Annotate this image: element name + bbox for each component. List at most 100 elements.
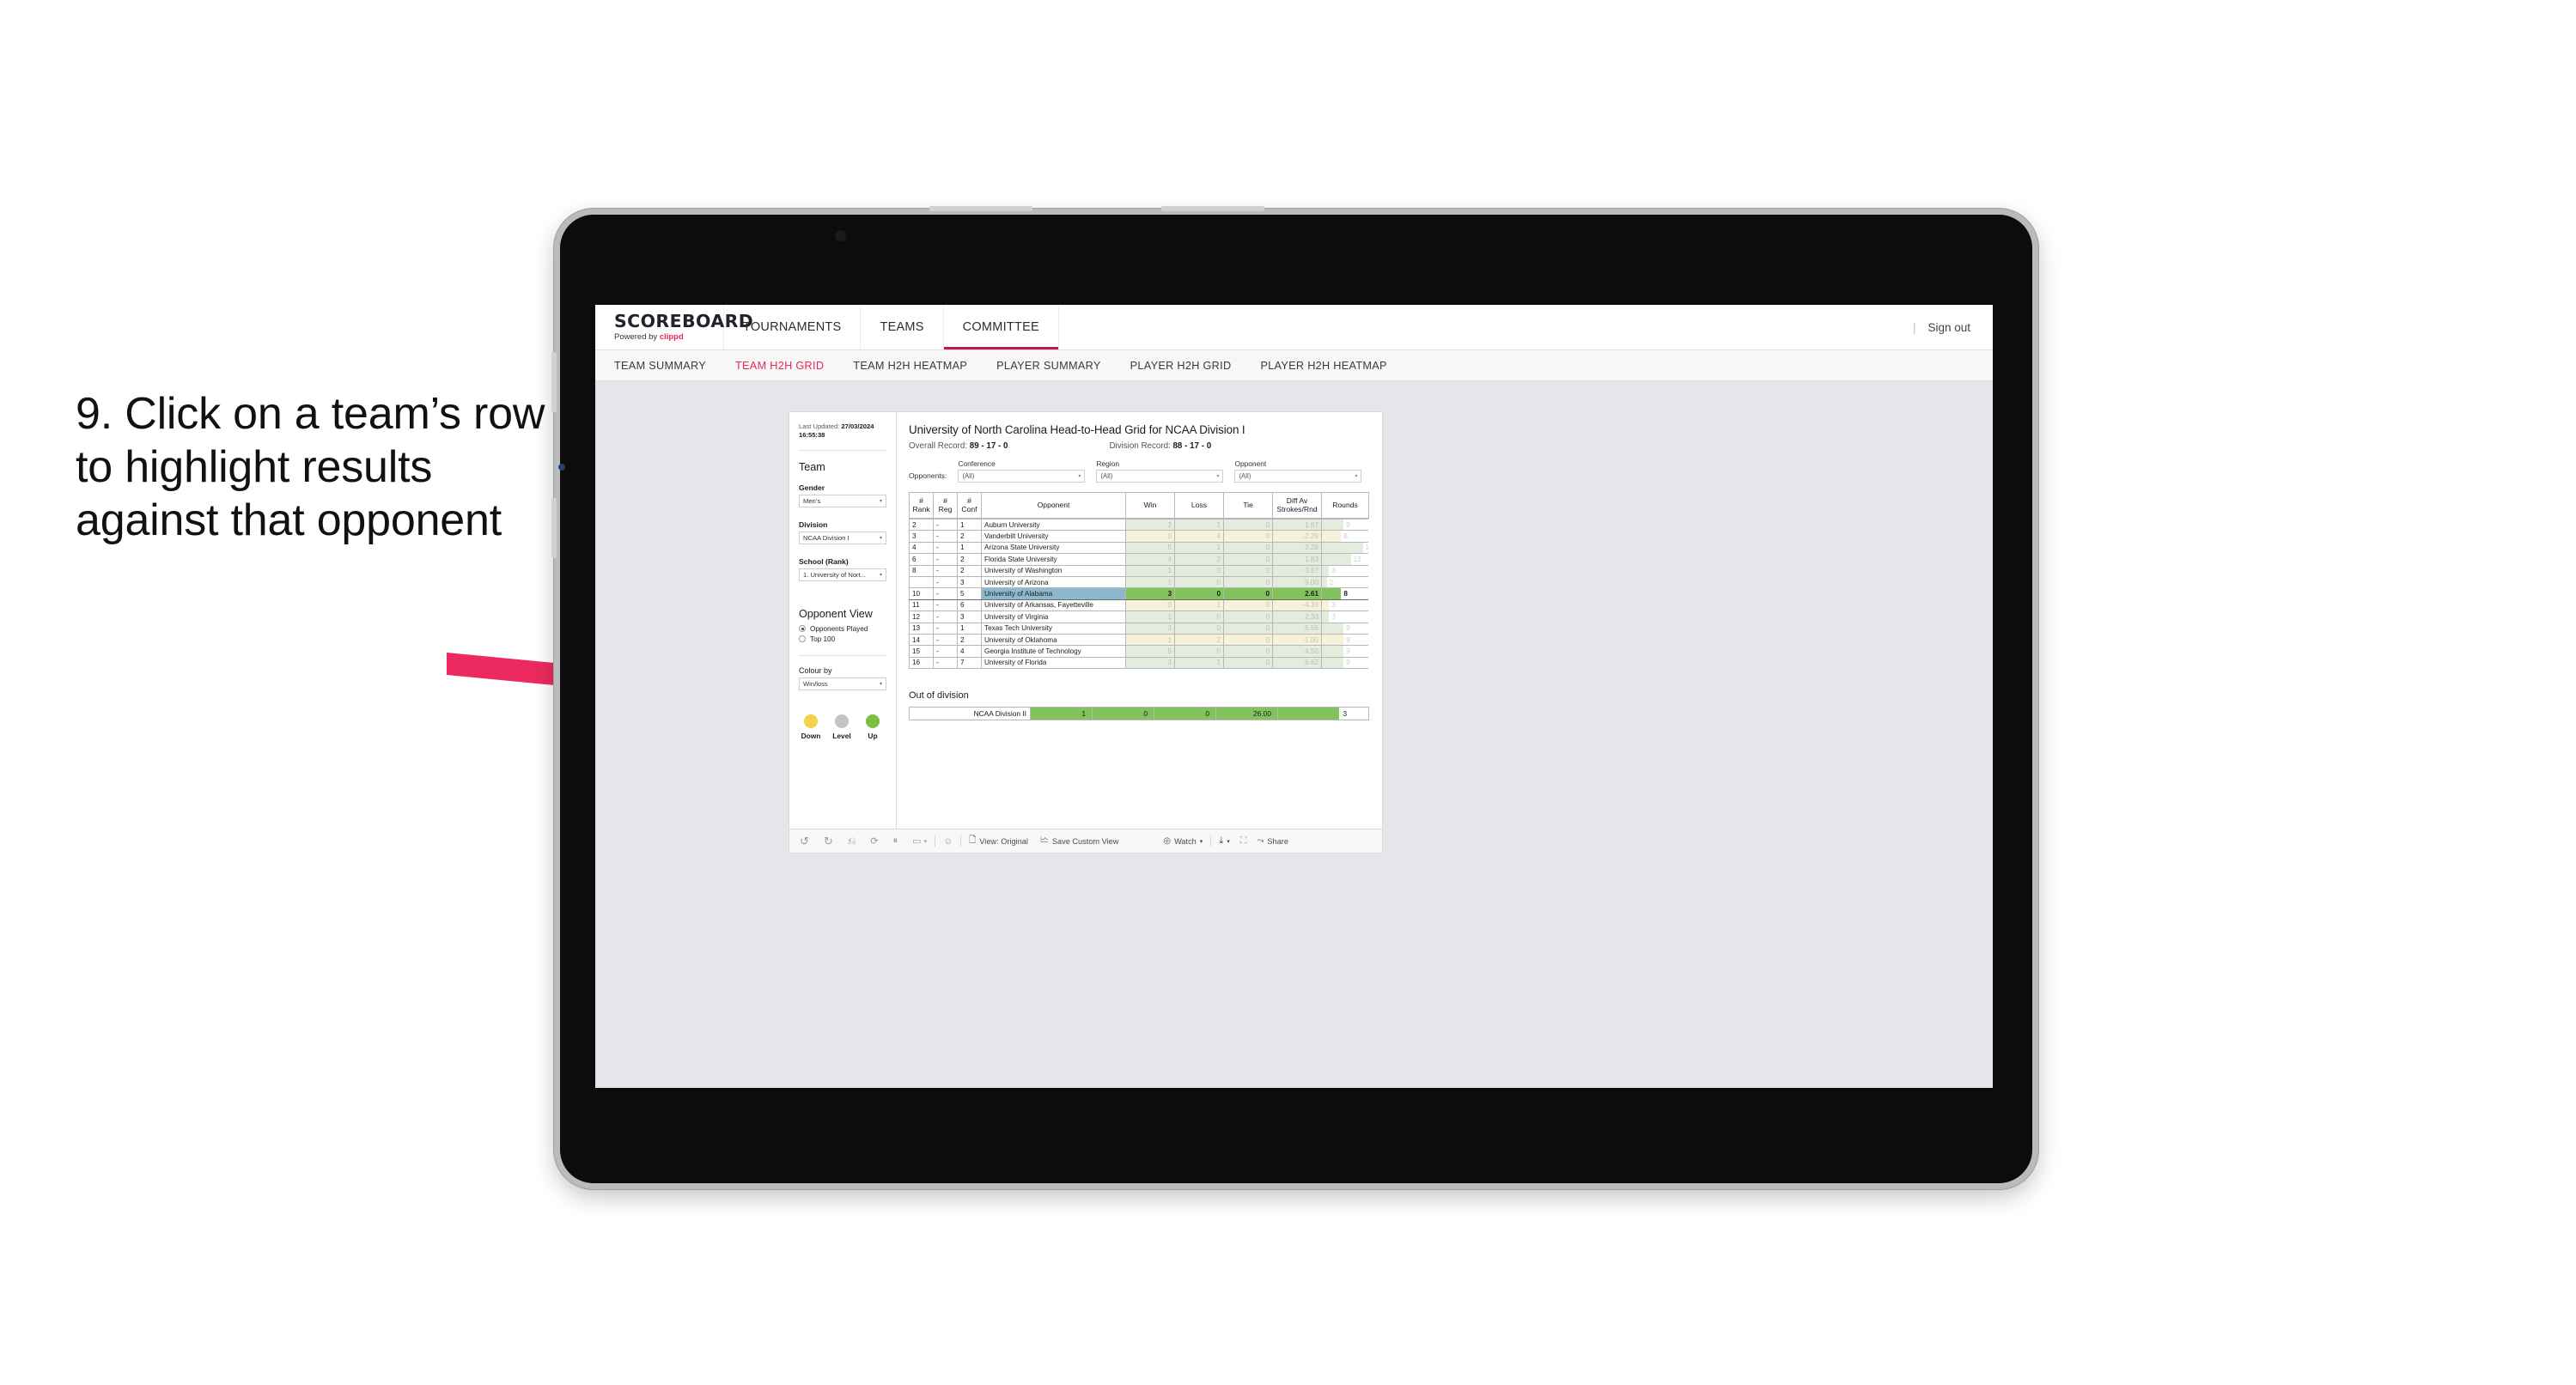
legend-down: Down <box>801 714 821 740</box>
cell-conf: 3 <box>957 610 982 623</box>
watch-icon: ◎ <box>1163 836 1172 846</box>
tab-team-h2h-heatmap[interactable]: TEAM H2H HEATMAP <box>853 360 967 372</box>
opponent-select[interactable]: (All) ▾ <box>1234 470 1362 483</box>
cell-conf: 6 <box>957 598 982 612</box>
nav-tournaments[interactable]: TOURNAMENTS <box>724 305 862 349</box>
region-value: (All) <box>1100 472 1113 480</box>
gender-select[interactable]: Men’s ▾ <box>799 494 886 507</box>
cell-rank: 13 <box>909 622 934 635</box>
share-button[interactable]: ⤳ Share <box>1257 836 1288 846</box>
out-of-division-title: Out of division <box>909 690 969 701</box>
primary-nav: TOURNAMENTS TEAMS COMMITTEE <box>724 305 1059 349</box>
cell-opponent: Florida State University <box>981 553 1126 566</box>
page-title: University of North Carolina Head-to-Hea… <box>909 423 1245 436</box>
filter-conference: Conference (All) ▾ <box>958 459 1086 483</box>
radio-label-top-100: Top 100 <box>810 635 836 643</box>
tab-player-summary[interactable]: PLAYER SUMMARY <box>996 360 1100 372</box>
table-row[interactable]: 12-3 University of Virginia 1 0 0 2.33 3 <box>909 610 1368 623</box>
sign-out-link[interactable]: Sign out <box>1927 321 1970 334</box>
cell-opponent: University of Arizona <box>981 575 1126 589</box>
ood-rounds-value: 3 <box>1343 709 1348 718</box>
school-value: 1. University of Nort... <box>803 570 867 579</box>
cell-rank: 2 <box>909 519 934 532</box>
chevron-down-icon: ▾ <box>879 572 882 578</box>
legend-label-level: Level <box>832 731 851 740</box>
table-row[interactable]: 4-1Arizona State University5102.2817 <box>909 541 1368 555</box>
tab-player-h2h-grid[interactable]: PLAYER H2H GRID <box>1130 360 1232 372</box>
table-row[interactable]: 3-2 Vanderbilt University 0 4 0 -2.29 8 <box>909 530 1368 543</box>
table-row[interactable]: 13-1 Texas Tech University 3 0 0 5.56 9 <box>909 622 1368 635</box>
cell-rounds: 8 <box>1321 587 1368 600</box>
table-row[interactable]: 10-5 University of Alabama 3 0 0 2.61 8 <box>909 587 1368 600</box>
region-select[interactable]: (All) ▾ <box>1096 470 1224 483</box>
redo-icon[interactable]: ↻ <box>824 835 833 848</box>
cell-rank: 12 <box>909 610 934 623</box>
radio-top-100[interactable]: Top 100 <box>799 635 886 643</box>
refresh-icon[interactable]: ⟳ <box>870 835 878 847</box>
out-of-division-row[interactable]: NCAA Division II 1 0 0 26.00 3 <box>909 707 1369 720</box>
gender-value: Men’s <box>803 496 821 505</box>
power-button <box>929 206 1032 211</box>
school-select[interactable]: 1. University of Nort... ▾ <box>799 568 886 581</box>
cell-diff: 4.50 <box>1272 645 1322 658</box>
nav-committee[interactable]: COMMITTEE <box>943 305 1059 349</box>
opponent-filters: Opponents: Conference (All) ▾ Region (Al <box>909 459 1368 483</box>
tab-player-h2h-heatmap[interactable]: PLAYER H2H HEATMAP <box>1260 360 1386 372</box>
tab-team-summary[interactable]: TEAM SUMMARY <box>614 360 706 372</box>
revert-icon[interactable]: ⎌ <box>848 835 856 847</box>
conference-select[interactable]: (All) ▾ <box>958 470 1086 483</box>
brand-tagline: Powered by clippd <box>614 332 684 343</box>
cell-loss: 1 <box>1174 656 1224 670</box>
cell-rank: 14 <box>909 633 934 647</box>
watch-button[interactable]: ◎ Watch ▾ <box>1163 836 1203 846</box>
cell-reg: - <box>933 530 958 543</box>
chevron-down-icon[interactable]: ▾ <box>924 838 928 845</box>
fullscreen-icon[interactable]: ⛶ <box>1240 835 1247 847</box>
device-layout-icon[interactable]: ▭ <box>912 835 921 847</box>
cell-loss: 0 <box>1174 575 1224 589</box>
tab-team-h2h-grid[interactable]: TEAM H2H GRID <box>735 360 824 372</box>
share-icon: ⤳ <box>1257 836 1264 846</box>
cell-win: 3 <box>1125 587 1175 600</box>
division-select[interactable]: NCAA Division I ▾ <box>799 531 886 544</box>
cell-rank <box>909 575 934 589</box>
table-row[interactable]: 11-6 University of Arkansas, Fayetteville… <box>909 598 1368 612</box>
th-conf: # Conf <box>957 492 982 519</box>
table-row[interactable]: 8-2 University of Washington 1 0 0 3.67 3 <box>909 564 1368 577</box>
viz-toolbar: ↺ ↻ ⎌ ⟳ ⏸ ▭ ▾ ☺ 🗋 View: Original 🗠 Save … <box>789 829 1383 853</box>
cell-win: 0 <box>1125 530 1175 543</box>
overall-record: Overall Record: 89 - 17 - 0 <box>909 441 1008 451</box>
cell-opponent: Arizona State University <box>981 541 1126 555</box>
camera-icon <box>835 230 846 241</box>
gender-label: Gender <box>799 483 825 492</box>
table-row[interactable]: 14-2 University of Oklahoma 1 2 0 -1.00 9 <box>909 633 1368 647</box>
pause-icon[interactable]: ⏸ <box>893 835 898 847</box>
cell-rank: 16 <box>909 656 934 670</box>
radio-opponents-played[interactable]: Opponents Played <box>799 625 886 633</box>
filter-panel: Last Updated: 27/03/2024 16:55:38 Team G… <box>789 412 897 829</box>
colour-by-select[interactable]: Win/loss ▾ <box>799 677 886 690</box>
help-icon[interactable]: ☺ <box>943 836 953 847</box>
table-row[interactable]: 6-2 Florida State University 4 2 0 1.83 12 <box>909 553 1368 566</box>
cell-win: 4 <box>1125 553 1175 566</box>
cell-rank: 6 <box>909 553 934 566</box>
table-row[interactable]: 2-1 Auburn University 2 1 0 1.67 9 <box>909 519 1368 532</box>
download-button[interactable]: ⤓ ▾ <box>1219 835 1229 847</box>
panel-divider-2 <box>799 654 886 656</box>
table-row[interactable]: 16-7 University of Florida 3 1 0 6.62 9 <box>909 656 1368 670</box>
cell-rank: 8 <box>909 564 934 577</box>
cell-rounds: 3 <box>1321 564 1368 577</box>
table-body-scroll[interactable]: 2-1 Auburn University 2 1 0 1.67 9 3-2 Vanderbil… <box>909 519 1368 670</box>
nav-teams[interactable]: TEAMS <box>861 305 944 349</box>
cell-rounds: 9 <box>1321 656 1368 670</box>
cell-opponent: University of Oklahoma <box>981 633 1126 647</box>
table-row[interactable]: -3 University of Arizona 1 0 0 9.00 2 <box>909 575 1368 589</box>
colour-by-label: Colour by <box>799 665 832 675</box>
table-row[interactable]: 15-4 Georgia Institute of Technology 5 0 0 4.… <box>909 645 1368 658</box>
undo-icon[interactable]: ↺ <box>800 835 809 848</box>
cell-reg: - <box>933 587 958 600</box>
legend-swatch-level <box>835 714 849 728</box>
view-original-button[interactable]: 🗋 View: Original <box>969 834 1028 848</box>
app-header: SCOREBOARD Powered by clippd TOURNAMENTS… <box>595 305 1993 350</box>
save-custom-view-button[interactable]: 🗠 Save Custom View <box>1040 834 1119 848</box>
